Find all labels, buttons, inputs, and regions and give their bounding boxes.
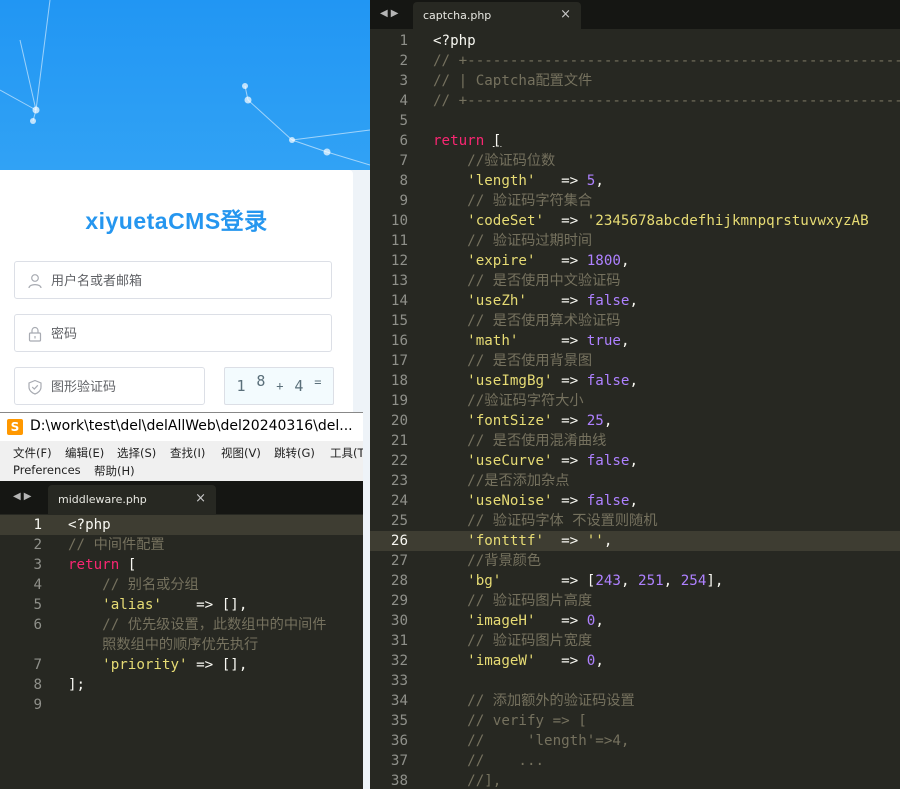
code-line: 5 'alias' => [], [33, 597, 248, 613]
code-line: 27 //背景颜色 [390, 553, 542, 569]
window-title: D:\work\test\del\delAllWeb\del20240316\d… [30, 418, 353, 434]
code-line: 31 // 验证码图片宽度 [390, 633, 593, 649]
code-line: 7 'priority' => [], [33, 657, 248, 673]
code-line: 8]; [33, 677, 86, 693]
code-editor[interactable]: 1 <?php 2// 中间件配置 3 return [ 4 // 别名或分组 5 … [0, 515, 363, 715]
password-input[interactable] [51, 323, 311, 343]
code-line: 18 'useImgBg' => false, [390, 373, 639, 389]
close-icon[interactable]: × [560, 7, 571, 22]
menu-find[interactable]: 查找(I) [170, 445, 205, 461]
code-line: 10 'codeSet' => '2345678abcdefhijkmnpqrs… [390, 213, 869, 229]
menu-view[interactable]: 视图(V) [221, 445, 261, 461]
code-line: 1 <?php [0, 515, 363, 535]
code-line: 35 // verify => [ [390, 713, 587, 729]
network-decoration [0, 0, 370, 166]
lock-icon [28, 326, 42, 342]
code-line: 13 // 是否使用中文验证码 [390, 273, 621, 289]
code-line: 照数组中的顺序优先执行 [102, 637, 259, 653]
username-input[interactable] [51, 270, 311, 290]
tab-label: captcha.php [423, 9, 492, 22]
code-line: 1 <?php [399, 33, 476, 49]
code-line: 2// +-----------------------------------… [399, 53, 900, 69]
menu-selection[interactable]: 选择(S) [117, 445, 156, 461]
username-field[interactable] [14, 261, 332, 299]
password-field[interactable] [14, 314, 332, 352]
sublime-window-captcha: ◀▶ captcha.php × 1 <?php 2// +-----------… [370, 0, 900, 789]
code-line: 12 'expire' => 1800, [390, 253, 630, 269]
code-line: 21 // 是否使用混淆曲线 [390, 433, 607, 449]
code-line: 16 'math' => true, [390, 333, 630, 349]
code-line: 32 'imageW' => 0, [390, 653, 604, 669]
code-line: 6 // 优先级设置，此数组中的中间件 [33, 617, 327, 633]
code-line: 2// 中间件配置 [33, 537, 165, 553]
captcha-char: = [314, 375, 322, 389]
code-line: 22 'useCurve' => false, [390, 453, 639, 469]
captcha-char: 8 [256, 372, 266, 390]
menu-bar: 文件(F) 编辑(E) 选择(S) 查找(I) 视图(V) 跳转(G) 工具(T… [0, 441, 363, 481]
login-banner [0, 0, 370, 170]
code-line: 14 'useZh' => false, [390, 293, 639, 309]
tab-middleware[interactable]: middleware.php × [48, 485, 216, 514]
code-line: 11 // 验证码过期时间 [390, 233, 593, 249]
code-line: 8 'length' => 5, [399, 173, 604, 189]
close-icon[interactable]: × [195, 491, 206, 506]
captcha-field[interactable] [14, 367, 205, 405]
window-titlebar[interactable]: S D:\work\test\del\delAllWeb\del20240316… [0, 413, 363, 441]
code-line: 24 'useNoise' => false, [390, 493, 639, 509]
tab-captcha[interactable]: captcha.php × [413, 2, 581, 29]
code-line: 25 // 验证码字体 不设置则随机 [390, 513, 658, 529]
menu-tools[interactable]: 工具(T) [330, 445, 363, 461]
captcha-input[interactable] [51, 376, 191, 396]
sublime-app-icon: S [7, 419, 23, 435]
code-line: 28 'bg' => [243, 251, 254], [390, 573, 724, 589]
shield-check-icon [28, 379, 42, 395]
sublime-window-middleware: S D:\work\test\del\delAllWeb\del20240316… [0, 412, 363, 789]
menu-file[interactable]: 文件(F) [13, 445, 52, 461]
code-line: 4// +-----------------------------------… [399, 93, 900, 109]
code-line: 15 // 是否使用算术验证码 [390, 313, 621, 329]
captcha-char: 4 [294, 377, 304, 395]
code-line: 20 'fontSize' => 25, [390, 413, 613, 429]
tab-bar: ◀▶ captcha.php × [370, 0, 900, 29]
code-line: 17 // 是否使用背景图 [390, 353, 593, 369]
code-line: 37 // ... [390, 753, 545, 769]
login-card: xiyuetaCMS登录 1 8 [0, 170, 353, 430]
tab-label: middleware.php [58, 493, 147, 506]
menu-goto[interactable]: 跳转(G) [274, 445, 315, 461]
code-line: 36 // 'length'=>4, [390, 733, 630, 749]
captcha-char: 1 [236, 377, 246, 395]
user-icon [28, 274, 42, 289]
captcha-image[interactable]: 1 8 + 4 = [224, 367, 334, 405]
code-line: 26 'fontttf' => '', [370, 531, 900, 551]
code-line: 38 //], [390, 773, 502, 789]
tab-nav-arrows-icon[interactable]: ◀▶ [380, 8, 401, 19]
code-line: 7 //验证码位数 [399, 153, 556, 169]
menu-preferences[interactable]: Preferences [13, 463, 81, 477]
code-line: 29 // 验证码图片高度 [390, 593, 593, 609]
code-editor[interactable]: 1 <?php 2// +----------------------------… [370, 31, 900, 789]
code-line: 23 //是否添加杂点 [390, 473, 570, 489]
tab-nav-arrows-icon[interactable]: ◀▶ [13, 491, 34, 502]
code-line: 5 [399, 113, 408, 129]
menu-help[interactable]: 帮助(H) [94, 463, 135, 479]
captcha-char: + [276, 379, 284, 393]
code-line: 33 [390, 673, 408, 689]
code-line: 30 'imageH' => 0, [390, 613, 604, 629]
code-line: 4 // 别名或分组 [33, 577, 199, 593]
tab-bar: ◀▶ middleware.php × [0, 481, 363, 514]
code-line: 9 // 验证码字符集合 [399, 193, 593, 209]
login-title: xiyuetaCMS登录 [85, 208, 268, 234]
code-line: 3// | Captcha配置文件 [399, 73, 593, 89]
code-line: 9 [33, 697, 42, 713]
code-line: 6 return [ [399, 133, 502, 149]
code-line: 19 //验证码字符大小 [390, 393, 584, 409]
code-line: 3 return [ [33, 557, 137, 573]
menu-edit[interactable]: 编辑(E) [65, 445, 104, 461]
code-line: 34 // 添加额外的验证码设置 [390, 693, 635, 709]
